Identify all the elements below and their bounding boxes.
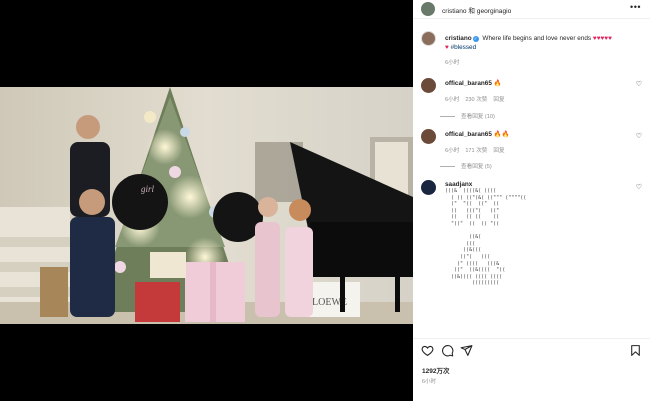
comment-reply-button[interactable]: 回复 xyxy=(493,97,504,103)
action-bar xyxy=(413,338,650,360)
comment-body: offical_baran65 🔥🔥 xyxy=(445,130,510,138)
comment-time: 6小时 xyxy=(445,148,460,154)
comment-avatar[interactable] xyxy=(421,180,436,195)
comment-reply-button[interactable]: 回复 xyxy=(493,148,504,154)
save-bookmark-icon[interactable] xyxy=(629,344,642,357)
author-names[interactable]: cristiano 和 georginagio xyxy=(442,5,511,15)
likes-count[interactable]: 1292万次 xyxy=(422,365,449,375)
author-avatar[interactable] xyxy=(421,2,435,16)
comment-likes[interactable]: 230 次赞 xyxy=(465,97,487,103)
like-heart-icon[interactable] xyxy=(421,344,434,357)
view-replies-button[interactable]: 查看回复 (5) xyxy=(440,162,492,170)
caption-time: 6小时 xyxy=(445,60,460,66)
comment-avatar[interactable] xyxy=(421,129,436,144)
ascii-art-comment: (((& ((((&( (((( ( (( (("(&( ((""" (""""… xyxy=(445,188,527,287)
comment-like-heart-icon[interactable]: ♡ xyxy=(636,183,642,191)
caption-text: Where life begins and love never ends xyxy=(480,35,593,42)
comment-meta: 6小时 171 次赞 回复 xyxy=(445,146,511,154)
comment-meta: 6小时 230 次赞 回复 xyxy=(445,95,511,103)
post-header: cristiano 和 georginagio ••• xyxy=(413,0,650,19)
comment-time: 6小时 xyxy=(445,97,460,103)
post-time: 6小时 xyxy=(422,379,437,385)
caption-avatar[interactable] xyxy=(421,31,436,46)
comment-body: offical_baran65 🔥 xyxy=(445,79,502,87)
comment-text: 🔥🔥 xyxy=(493,131,510,138)
post-caption: cristiano ✓ Where life begins and love ne… xyxy=(445,34,643,52)
view-replies-button[interactable]: 查看回复 (10) xyxy=(440,112,495,120)
comment-avatar[interactable] xyxy=(421,78,436,93)
comment-bubble-icon[interactable] xyxy=(441,344,454,357)
caption-hearts: ♥♥♥♥♥ xyxy=(592,35,612,42)
hashtag-link[interactable]: #blessed xyxy=(451,44,477,51)
comment-text: 🔥 xyxy=(493,80,502,87)
comment-like-heart-icon[interactable]: ♡ xyxy=(636,80,642,88)
comment-likes[interactable]: 171 次赞 xyxy=(465,148,487,154)
media-pane: LOEWE girl xyxy=(0,0,413,401)
comment-username[interactable]: offical_baran65 xyxy=(445,80,492,87)
comment-body: saadjanx xyxy=(445,181,472,188)
share-send-icon[interactable] xyxy=(460,344,473,357)
verified-badge-icon: ✓ xyxy=(472,35,479,42)
comment-username[interactable]: offical_baran65 xyxy=(445,131,492,138)
more-options-icon[interactable]: ••• xyxy=(630,2,641,12)
video-frame: LOEWE girl xyxy=(0,87,413,324)
post-video[interactable]: LOEWE girl xyxy=(0,87,413,324)
svg-text:girl: girl xyxy=(141,184,155,194)
caption-username[interactable]: cristiano xyxy=(445,35,472,42)
comment-username[interactable]: saadjanx xyxy=(445,181,472,188)
comment-like-heart-icon[interactable]: ♡ xyxy=(636,132,642,140)
